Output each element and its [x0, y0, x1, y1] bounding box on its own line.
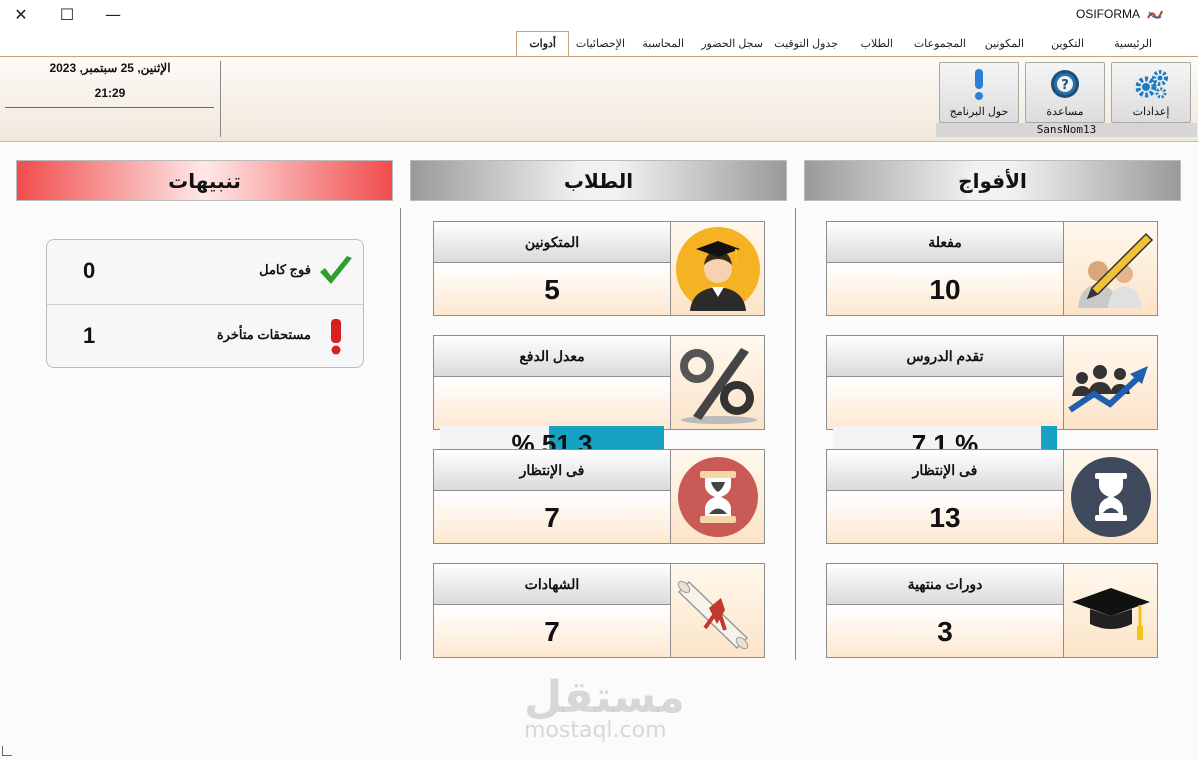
- card-progress-area: 7.1 %: [827, 378, 1063, 462]
- percent-icon: [679, 347, 757, 424]
- active-cohorts-card[interactable]: مفعلة 10: [826, 221, 1158, 316]
- resize-grip[interactable]: [2, 746, 12, 756]
- menu-statistics[interactable]: الإحصائيات: [576, 37, 625, 50]
- teacher-writing-icon: [1077, 232, 1153, 308]
- about-label: حول البرنامج: [949, 106, 1009, 118]
- exclamation-info-icon: [975, 69, 983, 100]
- watermark-arabic: مستقل: [524, 672, 685, 723]
- alert-value: 1: [83, 323, 96, 348]
- hourglass-icon: [1070, 456, 1151, 537]
- watermark-latin: mostaql.com: [524, 718, 667, 743]
- menu-bar: الرئيسية التكوين المكونين المجموعات الطل…: [0, 30, 1198, 56]
- card-value: 10: [827, 264, 1063, 315]
- alert-late-payments[interactable]: مستحقات متأخرة 1: [47, 305, 363, 369]
- ribbon: الإثنين, 25 سبتمبر, 2023 21:29 إعدادات ?…: [0, 56, 1198, 142]
- maximize-button[interactable]: ☐: [52, 3, 82, 27]
- app-logo-icon: [1147, 10, 1163, 19]
- title-bar: ✕ ☐ — OSIFORMA: [0, 0, 1198, 30]
- menu-trainers[interactable]: المكونين: [985, 37, 1024, 50]
- finished-courses-card[interactable]: دورات منتهية 3: [826, 563, 1158, 658]
- graduation-cap-icon: [1071, 587, 1150, 640]
- alerts-box: فوج كامل 0 مستحقات متأخرة 1: [46, 239, 364, 368]
- checkmark-icon: [320, 256, 352, 284]
- cohorts-header: الأفواج: [804, 160, 1181, 201]
- menu-tools[interactable]: أدوات: [516, 31, 569, 56]
- current-time: 21:29: [94, 86, 126, 100]
- menu-accounting[interactable]: المحاسبة: [642, 37, 684, 50]
- menu-attendance[interactable]: سجل الحضور: [701, 37, 763, 50]
- card-title: معدل الدفع: [434, 336, 670, 377]
- alert-label: فوج كامل: [259, 262, 311, 277]
- ribbon-divider: [5, 107, 214, 108]
- card-value: 5: [434, 264, 670, 315]
- trainees-card[interactable]: المتكونين 5: [433, 221, 765, 316]
- help-lifebuoy-icon: ?: [1051, 70, 1079, 98]
- menu-home[interactable]: الرئيسية: [1114, 37, 1152, 50]
- lessons-progress-card[interactable]: تقدم الدروس 7.1 %: [826, 335, 1158, 462]
- help-label: مساعدة: [1046, 106, 1084, 118]
- gears-icon: [1135, 70, 1168, 99]
- menu-students[interactable]: الطلاب: [861, 37, 893, 50]
- graduate-student-icon: [675, 226, 760, 311]
- card-value: 13: [827, 492, 1063, 543]
- alerts-header: تنبيهات: [16, 160, 393, 201]
- card-title: المتكونين: [434, 222, 670, 263]
- card-value: 7: [434, 492, 670, 543]
- alert-full-group[interactable]: فوج كامل 0: [47, 240, 363, 304]
- card-title: مفعلة: [827, 222, 1063, 263]
- students-header: الطلاب: [410, 160, 787, 201]
- card-value: 3: [827, 606, 1063, 657]
- pending-students-card[interactable]: فى الإنتظار 7: [433, 449, 765, 544]
- hourglass-red-icon: [677, 456, 758, 537]
- card-title: فى الإنتظار: [434, 450, 670, 491]
- payment-rate-card[interactable]: معدل الدفع % 51.3: [433, 335, 765, 462]
- about-button[interactable]: حول البرنامج: [939, 62, 1019, 123]
- pending-cohorts-card[interactable]: فى الإنتظار 13: [826, 449, 1158, 544]
- exclamation-icon: [331, 319, 341, 355]
- certificates-card[interactable]: الشهادات 7: [433, 563, 765, 658]
- app-title: OSIFORMA: [1075, 7, 1140, 21]
- close-button[interactable]: ✕: [6, 3, 36, 27]
- minimize-button[interactable]: —: [98, 3, 128, 27]
- card-value: 7: [434, 606, 670, 657]
- growth-chart-icon: [1067, 364, 1148, 412]
- help-button[interactable]: ? مساعدة: [1025, 62, 1105, 123]
- svg-text:?: ?: [1061, 78, 1069, 93]
- settings-button[interactable]: إعدادات: [1111, 62, 1191, 123]
- column-divider: [795, 208, 796, 660]
- card-title: الشهادات: [434, 564, 670, 605]
- settings-label: إعدادات: [1132, 106, 1170, 118]
- card-title: فى الإنتظار: [827, 450, 1063, 491]
- card-title: تقدم الدروس: [827, 336, 1063, 377]
- column-divider: [400, 208, 401, 660]
- menu-timetable[interactable]: جدول التوقيت: [774, 37, 838, 50]
- current-date: الإثنين, 25 سبتمبر, 2023: [49, 61, 171, 75]
- alert-label: مستحقات متأخرة: [216, 327, 311, 342]
- ribbon-divider-vertical: [220, 61, 221, 137]
- menu-training[interactable]: التكوين: [1051, 37, 1084, 50]
- alert-value: 0: [83, 258, 96, 283]
- ribbon-group-label: SansNom13: [936, 123, 1197, 137]
- card-title: دورات منتهية: [827, 564, 1063, 605]
- diploma-scroll-icon: [677, 580, 748, 649]
- menu-groups[interactable]: المجموعات: [914, 37, 966, 50]
- card-progress-area: % 51.3: [434, 378, 670, 462]
